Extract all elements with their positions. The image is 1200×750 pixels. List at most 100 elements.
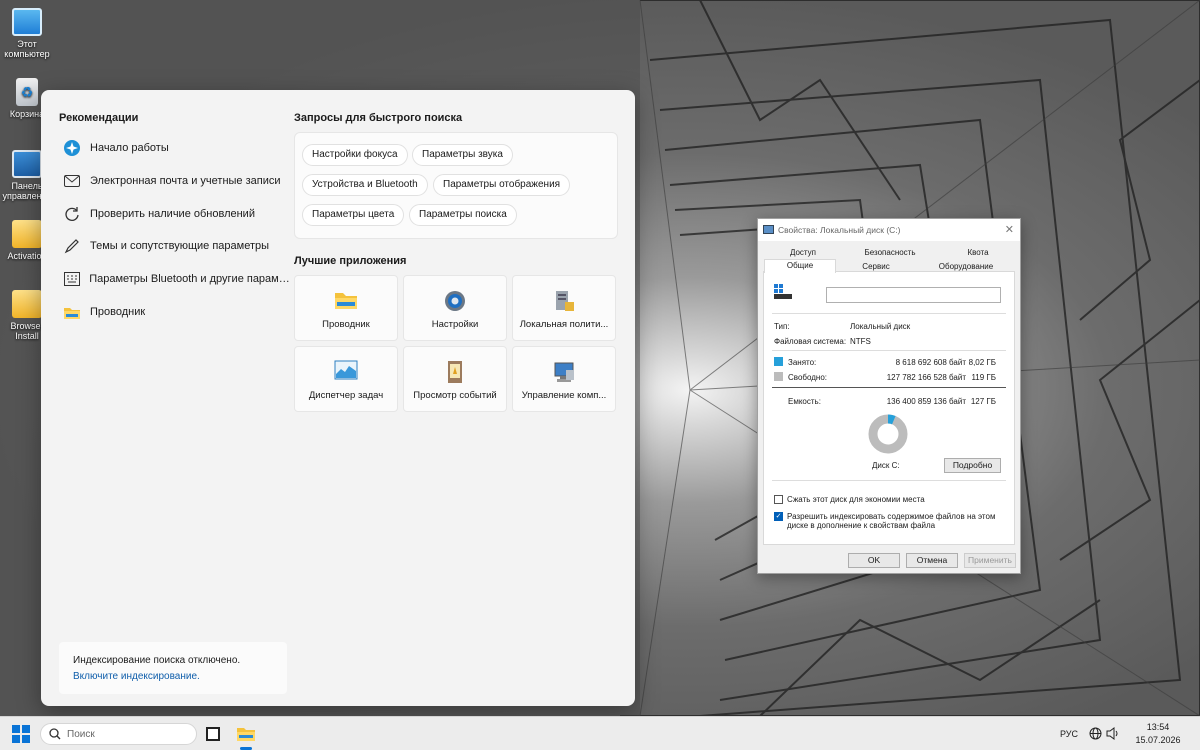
used-space-swatch [774,357,783,366]
policy-icon [552,289,576,313]
disk-label: Диск C: [872,461,900,470]
used-space-bytes: 8 618 692 608 байт [895,358,966,367]
refresh-icon [63,205,81,223]
quick-search-chip[interactable]: Параметры цвета [302,204,405,226]
folder-icon [334,289,358,313]
used-space-gb: 8,02 ГБ [968,358,996,367]
folder-icon [63,303,81,321]
input-language-indicator[interactable]: РУС [1060,729,1078,739]
app-tile-computer-management[interactable]: Управление комп... [512,346,616,412]
recommendation-label: Темы и сопутствующие параметры [90,240,270,252]
desktop-icon-label: Browser Install [10,321,44,341]
capacity-bytes: 136 400 859 136 байт [886,397,966,406]
get-started-icon [63,139,81,157]
recommendation-bluetooth[interactable]: Параметры Bluetooth и другие параметр... [63,265,295,293]
app-tile-label: Просмотр событий [413,390,497,401]
app-tile-local-policy[interactable]: Локальная полити... [512,275,616,341]
mail-icon [63,172,81,190]
recommendation-get-started[interactable]: Начало работы [63,134,295,162]
app-tile-label: Локальная полити... [519,319,609,330]
search-flyout: Рекомендации Начало работы Электронная п… [41,90,635,706]
search-placeholder: Поиск [67,729,95,740]
quick-search-panel: Настройки фокуса Параметры звука Устройс… [294,132,618,239]
app-tile-label: Диспетчер задач [308,390,384,401]
app-tile-label: Настройки [431,319,479,330]
free-space-gb: 119 ГБ [971,373,996,382]
quick-search-chip[interactable]: Параметры отображения [433,174,571,196]
disk-usage-donut-chart [868,414,908,454]
compress-checkbox[interactable] [774,495,783,504]
network-icon[interactable] [1089,727,1102,743]
taskbar-search-box[interactable]: Поиск [40,723,197,745]
app-tile-settings[interactable]: Настройки [403,275,507,341]
task-manager-icon [334,360,358,384]
capacity-label: Емкость: [788,397,821,406]
search-icon [49,728,61,743]
apply-button[interactable]: Применить [964,553,1016,568]
quick-search-chip[interactable]: Параметры звука [412,144,513,166]
recommendation-label: Проводник [90,306,146,318]
enable-indexing-link[interactable]: Включите индексирование. [73,671,273,682]
app-tile-event-viewer[interactable]: Просмотр событий [403,346,507,412]
recommendation-themes[interactable]: Темы и сопутствующие параметры [63,232,295,260]
tab-security[interactable]: Безопасность [842,247,938,260]
recommendation-email-accounts[interactable]: Электронная почта и учетные записи [63,167,295,195]
event-viewer-icon [443,360,467,384]
windows-drive-icon [774,284,792,299]
app-tile-task-manager[interactable]: Диспетчер задач [294,346,398,412]
disk-properties-dialog: Свойства: Локальный диск (C:) ✕ Доступ Б… [757,218,1021,574]
recommendations-title: Рекомендации [59,112,139,124]
clock-date[interactable]: 15.07.2026 [1128,735,1188,745]
capacity-gb: 127 ГБ [970,397,996,406]
index-checkbox[interactable]: ✓ [774,512,783,521]
divider [772,387,1006,388]
windows-logo-icon [12,725,30,743]
indexing-notice: Индексирование поиска отключено. Включит… [59,642,287,694]
volume-name-input[interactable] [826,287,1001,303]
indexing-message: Индексирование поиска отключено. [73,655,241,666]
cancel-button[interactable]: Отмена [906,553,958,568]
details-button[interactable]: Подробно [944,458,1001,473]
volume-icon[interactable] [1106,727,1120,743]
app-tile-explorer[interactable]: Проводник [294,275,398,341]
file-explorer-taskbar-icon[interactable] [236,725,256,746]
dialog-title-bar[interactable]: Свойства: Локальный диск (C:) ✕ [758,219,1020,241]
task-view-icon[interactable] [206,727,220,741]
quick-search-title: Запросы для быстрого поиска [294,112,463,124]
tab-general[interactable]: Общие [764,259,836,273]
tab-quota[interactable]: Квота [940,247,1016,260]
drive-icon [763,225,774,234]
filesystem-label: Файловая система: [774,337,847,346]
recommendation-explorer[interactable]: Проводник [63,298,295,326]
keyboard-icon [63,270,80,288]
quick-search-chip[interactable]: Устройства и Bluetooth [302,174,428,196]
clock-time[interactable]: 13:54 [1143,722,1173,732]
recommendation-label: Начало работы [90,142,169,154]
index-label: Разрешить индексировать содержимое файло… [787,512,996,530]
filesystem-value: NTFS [850,337,871,346]
divider [772,480,1006,481]
desktop-icon-this-pc[interactable]: Этот компьютер [0,8,54,59]
computer-icon [12,8,42,36]
used-space-label: Занято: [788,358,817,367]
recycle-bin-icon: ♻ [16,78,38,106]
close-icon[interactable]: ✕ [1005,223,1014,236]
ok-button[interactable]: OK [848,553,900,568]
desktop-icon-label: Корзина [9,109,45,119]
recommendation-label: Параметры Bluetooth и другие параметр... [89,273,295,285]
computer-management-icon [552,360,576,384]
quick-search-chip[interactable]: Настройки фокуса [302,144,408,166]
general-tab-panel: Тип: Локальный диск Файловая система: NT… [763,271,1015,545]
taskbar: Поиск РУС 13:54 15.07.2026 [0,716,1200,750]
free-space-bytes: 127 782 166 528 байт [886,373,966,382]
quick-search-chip[interactable]: Параметры поиска [409,204,517,226]
recommendation-label: Электронная почта и учетные записи [90,175,281,187]
type-value: Локальный диск [850,322,911,331]
folder-icon [12,290,42,318]
recommendation-check-updates[interactable]: Проверить наличие обновлений [63,200,295,228]
pen-icon [63,237,81,255]
folder-icon [12,220,42,248]
recommendation-label: Проверить наличие обновлений [90,208,255,220]
start-button[interactable] [12,725,30,743]
divider [772,350,1006,351]
